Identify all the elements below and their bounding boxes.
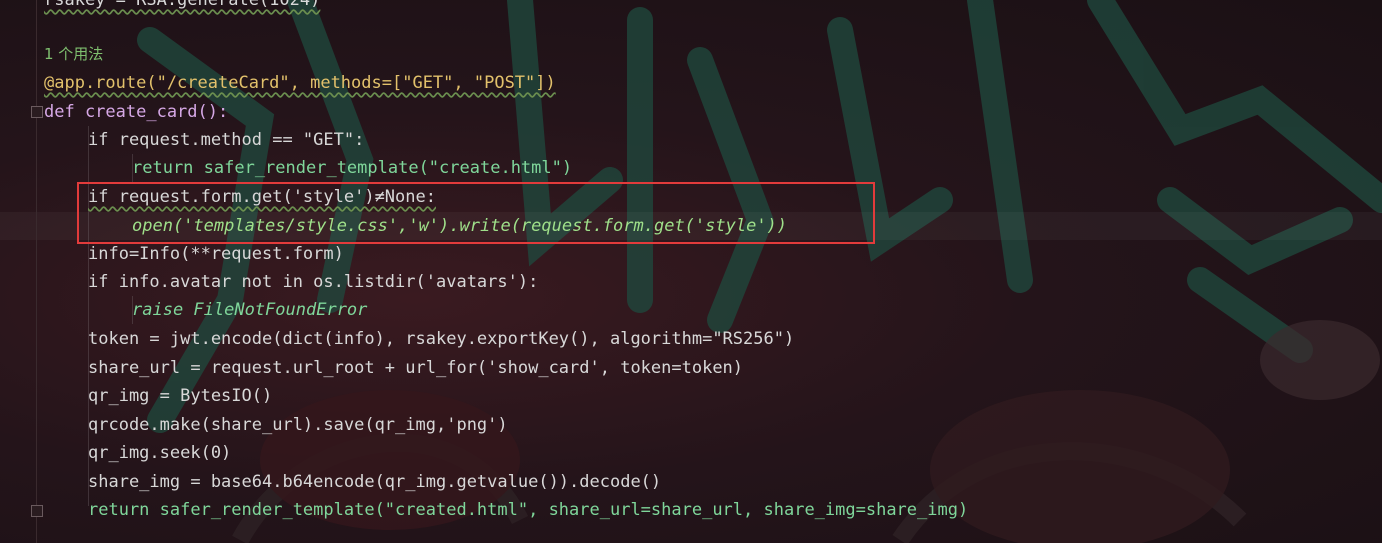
code-line-1: rsakey = RSA.generate(1024) xyxy=(44,0,321,10)
code-line-def: def create_card(): xyxy=(44,102,229,122)
code-line-info: info=Info(**request.form) xyxy=(88,244,344,264)
code-line-return-create: return safer_render_template("create.htm… xyxy=(132,158,573,178)
code-line-decorator: @app.route("/createCard", methods=["GET"… xyxy=(44,73,556,93)
gutter-separator xyxy=(36,0,37,543)
code-editor[interactable]: rsakey = RSA.generate(1024) 1 个用法 @app.r… xyxy=(0,0,1382,543)
code-line-qr-img: qr_img = BytesIO() xyxy=(88,386,273,406)
usage-hint[interactable]: 1 个用法 xyxy=(44,40,103,68)
annotation-highlight-box xyxy=(77,182,875,244)
code-line-token: token = jwt.encode(dict(info), rsakey.ex… xyxy=(88,329,795,349)
code-line-raise: raise FileNotFoundError xyxy=(132,300,368,320)
code-line-share-img: share_img = base64.b64encode(qr_img.getv… xyxy=(88,472,662,492)
code-line-if-avatar: if info.avatar not in os.listdir('avatar… xyxy=(88,272,539,292)
fold-open-icon[interactable] xyxy=(31,106,43,118)
code-line-if-get: if request.method == "GET": xyxy=(88,130,365,150)
fold-close-icon[interactable] xyxy=(31,505,43,517)
code-line-return-created: return safer_render_template("created.ht… xyxy=(88,500,969,520)
code-line-qrcode-make: qrcode.make(share_url).save(qr_img,'png'… xyxy=(88,415,508,435)
code-line-seek: qr_img.seek(0) xyxy=(88,443,232,463)
code-line-share-url: share_url = request.url_root + url_for('… xyxy=(88,358,744,378)
